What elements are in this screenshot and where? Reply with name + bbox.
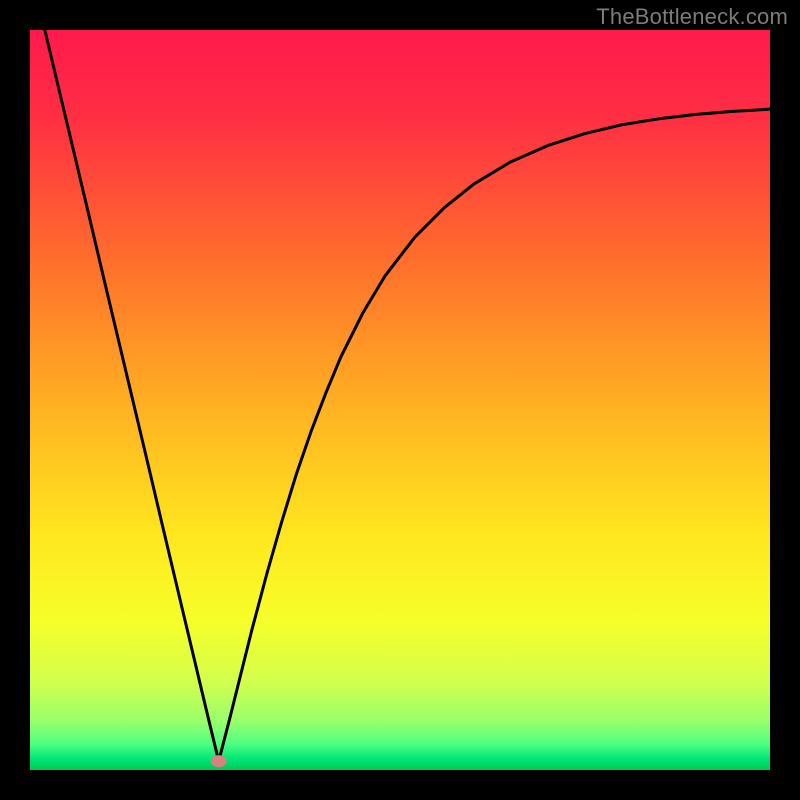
- gradient-background: [30, 30, 770, 770]
- watermark-text: TheBottleneck.com: [596, 4, 788, 30]
- bottleneck-chart: [0, 0, 800, 800]
- optimal-point-marker: [211, 755, 227, 767]
